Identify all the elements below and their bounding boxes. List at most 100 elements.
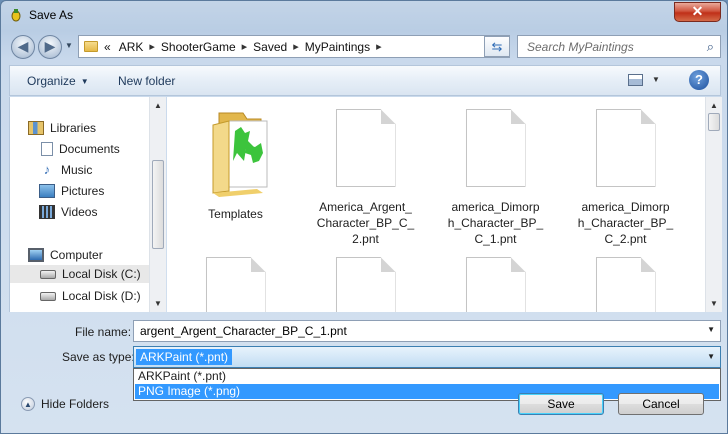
file-icon	[205, 257, 266, 312]
back-arrow-icon: ◀	[17, 38, 29, 54]
scroll-down-icon[interactable]: ▼	[154, 299, 162, 308]
navigation-scrollbar[interactable]: ▲ ▼	[149, 97, 166, 312]
file-label: America_Argent_ Character_BP_C_ 2.pnt	[316, 200, 415, 246]
back-button[interactable]: ◀	[11, 35, 35, 59]
scrollbar-thumb[interactable]	[152, 160, 164, 249]
cancel-button[interactable]: Cancel	[618, 393, 704, 415]
sidebar-item-libraries[interactable]: Libraries	[28, 119, 96, 137]
file-icon	[595, 109, 656, 187]
save-as-type-label: Save as type:	[62, 350, 135, 364]
file-list-scrollbar[interactable]: ▲ ▼	[705, 97, 722, 312]
chevron-down-icon[interactable]: ▼	[707, 352, 715, 361]
breadcrumb[interactable]: « ARK ▸ ShooterGame ▸ Saved ▸ MyPainting…	[78, 35, 510, 58]
refresh-button[interactable]: ⇆	[484, 36, 510, 57]
refresh-icon: ⇆	[491, 39, 503, 54]
file-list: Templates America_Argent_ Character_BP_C…	[167, 97, 705, 312]
file-item[interactable]: America_Argent_ Character_BP_C_ 2.pnt	[303, 109, 428, 247]
sidebar-item-label: Computer	[50, 248, 103, 262]
search-input[interactable]	[518, 36, 707, 57]
computer-icon	[28, 248, 44, 262]
file-icon	[465, 257, 526, 312]
view-options-dropdown[interactable]: ▼	[652, 75, 660, 84]
pictures-icon	[39, 184, 55, 198]
file-item[interactable]: america_Dimorp h_Character_BP_ C_2.pnt	[563, 109, 688, 247]
app-icon	[11, 9, 21, 22]
recent-locations-dropdown[interactable]: ▼	[65, 41, 73, 50]
file-name-label: File name:	[75, 325, 132, 339]
sidebar-item-label: Videos	[61, 205, 98, 219]
file-label: america_Dimorp h_Character_BP_ C_1.pnt	[447, 200, 544, 246]
scroll-down-icon[interactable]: ▼	[710, 299, 718, 308]
breadcrumb-separator-icon[interactable]: ▸	[293, 40, 299, 53]
sidebar-item-pictures[interactable]: Pictures	[39, 182, 104, 200]
close-button[interactable]: ✕	[674, 2, 721, 22]
save-as-type-value: ARKPaint (*.pnt)	[136, 349, 233, 365]
breadcrumb-item[interactable]: ARK	[119, 40, 144, 54]
breadcrumb-item[interactable]: MyPaintings	[305, 40, 370, 54]
music-icon: ♪	[43, 162, 51, 177]
breadcrumb-item[interactable]: ShooterGame	[161, 40, 236, 54]
breadcrumb-prefix[interactable]: «	[104, 40, 111, 54]
new-folder-button[interactable]: New folder	[118, 74, 175, 88]
forward-arrow-icon: ▶	[44, 38, 56, 54]
sidebar-item-label: Local Disk (D:)	[62, 289, 141, 303]
sidebar-item-label: Pictures	[61, 184, 105, 198]
file-item[interactable]	[303, 257, 428, 312]
window-title: Save As	[29, 8, 74, 22]
command-bar: Organize ▼ New folder ▼ ?	[9, 65, 721, 96]
search-box[interactable]: ⌕	[517, 35, 721, 58]
change-view-icon[interactable]	[628, 74, 643, 86]
breadcrumb-separator-icon[interactable]: ▸	[242, 40, 248, 53]
file-item[interactable]	[563, 257, 688, 312]
sidebar-item-documents[interactable]: Documents	[41, 140, 120, 158]
file-label: Templates	[208, 207, 263, 221]
file-icon	[465, 109, 526, 187]
sidebar-item-label: Local Disk (C:)	[62, 267, 141, 281]
file-item[interactable]	[433, 257, 558, 312]
folder-item[interactable]: Templates	[173, 105, 298, 222]
file-name-field[interactable]	[134, 321, 700, 341]
hide-folders-button[interactable]: ▲ Hide Folders	[21, 397, 109, 411]
sidebar-item-music[interactable]: ♪ Music	[39, 161, 93, 179]
scroll-up-icon[interactable]: ▲	[154, 101, 162, 110]
sidebar-item-local-disk-c[interactable]: Local Disk (C:)	[10, 265, 149, 283]
forward-button[interactable]: ▶	[38, 35, 62, 59]
videos-icon	[39, 205, 55, 219]
sidebar-item-computer[interactable]: Computer	[28, 246, 103, 264]
sidebar-item-label: Documents	[59, 142, 120, 156]
file-icon	[335, 109, 396, 187]
sidebar-item-label: Libraries	[50, 121, 97, 135]
search-icon[interactable]: ⌕	[707, 39, 714, 55]
file-name-combobox[interactable]: ▼	[133, 320, 721, 342]
folder-icon	[212, 112, 267, 197]
save-as-type-select[interactable]: ARKPaint (*.pnt) ▼	[133, 346, 721, 368]
breadcrumb-separator-icon[interactable]: ▸	[149, 40, 155, 53]
hide-folders-label: Hide Folders	[41, 397, 110, 411]
save-as-type-option[interactable]: ARKPaint (*.pnt)	[135, 369, 719, 384]
file-item[interactable]	[173, 257, 298, 312]
sidebar-item-label: Music	[61, 163, 93, 177]
documents-icon	[41, 142, 53, 156]
sidebar-item-videos[interactable]: Videos	[39, 203, 97, 221]
file-item[interactable]: america_Dimorp h_Character_BP_ C_1.pnt	[433, 109, 558, 247]
file-icon	[335, 257, 396, 312]
folder-icon	[84, 41, 98, 52]
drive-icon	[40, 269, 56, 279]
scroll-up-icon[interactable]: ▲	[710, 101, 718, 110]
scrollbar-thumb[interactable]	[708, 113, 720, 131]
libraries-icon	[28, 121, 44, 135]
sidebar-item-local-disk-d[interactable]: Local Disk (D:)	[40, 287, 141, 305]
chevron-down-icon[interactable]: ▼	[707, 325, 715, 334]
save-button[interactable]: Save	[518, 393, 604, 415]
title-bar: Save As ✕	[1, 1, 727, 29]
chevron-down-icon: ▼	[80, 77, 89, 86]
save-as-dialog: Save As ✕ ◀ ▶ ▼ « ARK ▸ ShooterGame ▸ Sa…	[0, 0, 728, 434]
organize-label: Organize	[27, 74, 76, 88]
organize-menu[interactable]: Organize ▼	[27, 74, 89, 88]
file-icon	[595, 257, 656, 312]
navigation-pane: Libraries Documents ♪ Music Pictures Vid…	[9, 97, 166, 312]
breadcrumb-item[interactable]: Saved	[253, 40, 287, 54]
chevron-up-icon: ▲	[21, 397, 35, 411]
breadcrumb-separator-icon[interactable]: ▸	[376, 40, 382, 53]
help-icon[interactable]: ?	[689, 70, 709, 90]
